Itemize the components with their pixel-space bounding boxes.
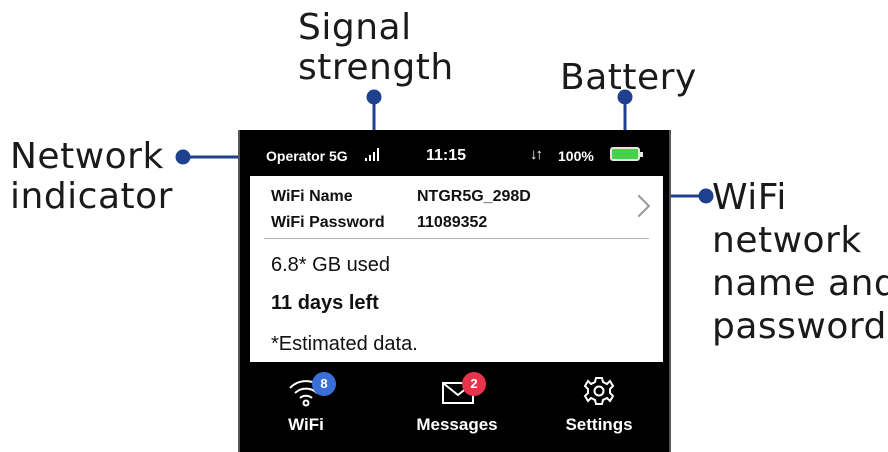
status-bar: Operator 5G 11:15 ↓↑ 100% <box>240 130 669 176</box>
wifi-callout-line3: name and <box>712 263 888 304</box>
nav-wifi-button[interactable]: 8 WiFi <box>274 372 338 435</box>
estimate-note: *Estimated data. <box>271 333 418 355</box>
wifi-password-value: 11089352 <box>417 214 488 231</box>
signal-leader-dot <box>366 89 382 105</box>
network-leader-dot <box>175 149 191 165</box>
device-display: Operator 5G 11:15 ↓↑ 100% WiFi Name NTGR… <box>238 130 671 452</box>
nav-messages-button[interactable]: 2 Messages <box>412 372 502 435</box>
wifi-callout-line2: network <box>712 220 862 261</box>
data-transfer-icon: ↓↑ <box>530 146 543 163</box>
bottom-nav: 8 WiFi 2 Messages Settings <box>240 362 669 452</box>
wifi-callout-line1: WiFi <box>712 177 787 218</box>
battery-percent: 100% <box>558 148 594 164</box>
nav-messages-label: Messages <box>416 415 498 434</box>
nav-settings-button[interactable]: Settings <box>560 374 638 435</box>
battery-icon <box>610 147 643 161</box>
wifi-name-label: WiFi Name <box>271 188 353 205</box>
signal-strength-callout: Signal strength <box>298 8 454 88</box>
network-callout-line2: indicator <box>10 176 173 217</box>
wifi-icon <box>286 380 326 412</box>
days-left: 11 days left <box>271 292 379 314</box>
messages-count-badge: 2 <box>462 372 486 396</box>
signal-callout-line1: Signal <box>298 7 412 48</box>
battery-callout: Battery <box>560 58 697 98</box>
wifi-leader-dot <box>698 188 714 204</box>
network-indicator-callout: Network indicator <box>10 137 173 217</box>
home-screen: WiFi Name NTGR5G_298D WiFi Password 1108… <box>250 176 663 362</box>
network-callout-line1: Network <box>10 136 164 177</box>
divider <box>264 238 649 239</box>
nav-settings-label: Settings <box>565 415 633 434</box>
wifi-client-count-badge: 8 <box>312 372 336 396</box>
wifi-callout-line4: password <box>712 306 887 347</box>
signal-bars-icon <box>365 147 381 166</box>
nav-wifi-label: WiFi <box>288 415 324 434</box>
chevron-right-icon[interactable] <box>627 194 651 218</box>
data-used: 6.8* GB used <box>271 254 390 276</box>
signal-callout-line2: strength <box>298 47 454 88</box>
clock: 11:15 <box>426 147 467 164</box>
wifi-password-label: WiFi Password <box>271 214 385 231</box>
wifi-name-value: NTGR5G_298D <box>417 188 531 205</box>
battery-callout-text: Battery <box>560 57 697 98</box>
wifi-credentials-callout: WiFi network name and password <box>712 176 888 348</box>
network-operator-label: Operator 5G <box>266 148 348 164</box>
wifi-credentials-row[interactable]: WiFi Name NTGR5G_298D WiFi Password 1108… <box>250 176 663 238</box>
envelope-icon <box>437 382 477 412</box>
gear-icon <box>579 377 619 412</box>
